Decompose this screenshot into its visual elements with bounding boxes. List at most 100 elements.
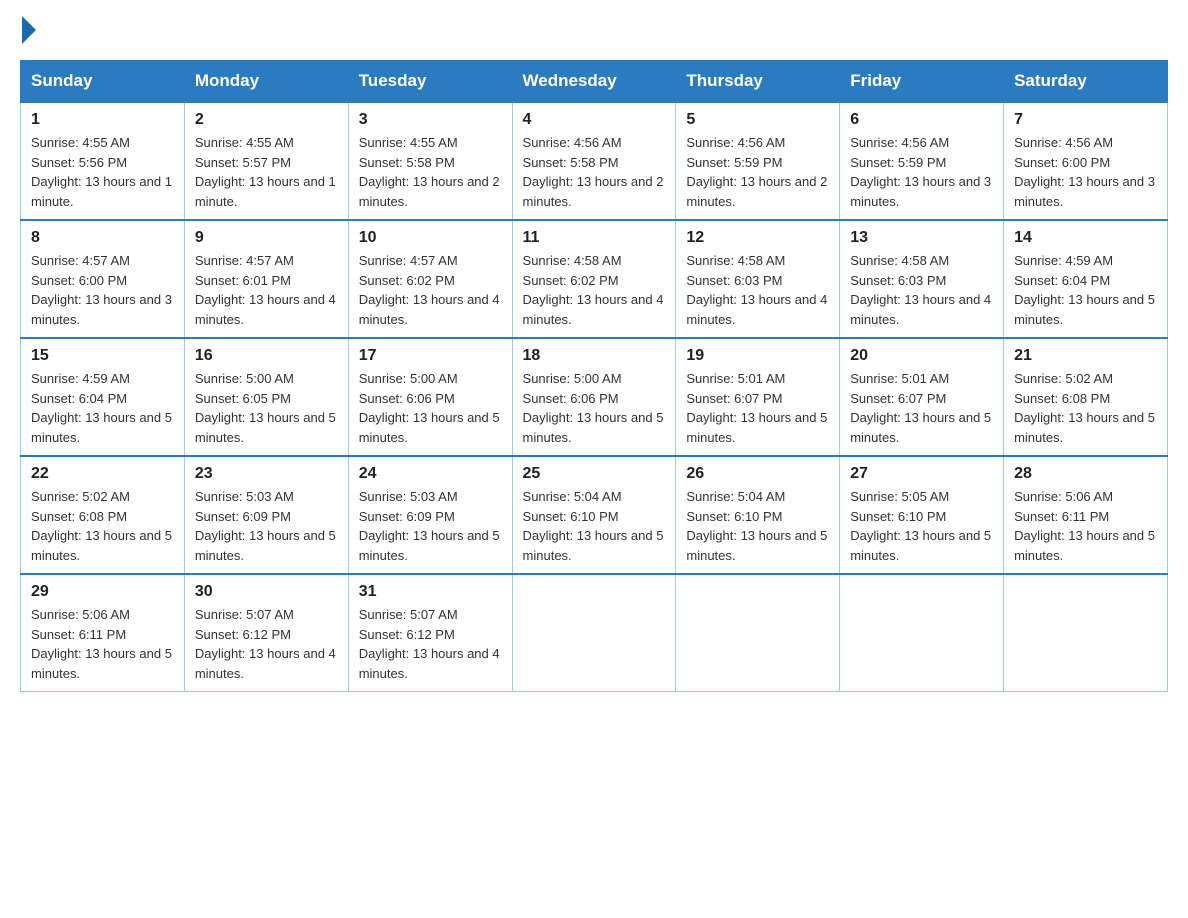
day-info: Sunrise: 4:56 AMSunset: 6:00 PMDaylight:… (1014, 133, 1157, 211)
day-number: 7 (1014, 111, 1157, 129)
day-info: Sunrise: 5:04 AMSunset: 6:10 PMDaylight:… (686, 487, 829, 565)
day-number: 14 (1014, 229, 1157, 247)
day-info: Sunrise: 5:03 AMSunset: 6:09 PMDaylight:… (359, 487, 502, 565)
calendar-cell: 16 Sunrise: 5:00 AMSunset: 6:05 PMDayligh… (184, 338, 348, 456)
day-number: 11 (523, 229, 666, 247)
calendar-day-header: Saturday (1004, 61, 1168, 103)
day-info: Sunrise: 4:57 AMSunset: 6:00 PMDaylight:… (31, 251, 174, 329)
calendar-cell: 4 Sunrise: 4:56 AMSunset: 5:58 PMDaylight… (512, 102, 676, 220)
calendar-cell: 17Sunrise: 5:00 AMSunset: 6:06 PMDayligh… (348, 338, 512, 456)
day-number: 5 (686, 111, 829, 129)
calendar-day-header: Thursday (676, 61, 840, 103)
day-info: Sunrise: 4:55 AMSunset: 5:56 PMDaylight:… (31, 133, 174, 211)
calendar-cell: 31 Sunrise: 5:07 AMSunset: 6:12 PMDayligh… (348, 574, 512, 692)
day-number: 31 (359, 583, 502, 601)
day-info: Sunrise: 4:55 AMSunset: 5:57 PMDaylight:… (195, 133, 338, 211)
calendar-week-row: 29 Sunrise: 5:06 AMSunset: 6:11 PMDayligh… (21, 574, 1168, 692)
calendar-cell: 18Sunrise: 5:00 AMSunset: 6:06 PMDayligh… (512, 338, 676, 456)
day-info: Sunrise: 5:02 AMSunset: 6:08 PMDaylight:… (1014, 369, 1157, 447)
day-number: 30 (195, 583, 338, 601)
calendar-week-row: 1 Sunrise: 4:55 AMSunset: 5:56 PMDaylight… (21, 102, 1168, 220)
day-info: Sunrise: 5:07 AMSunset: 6:12 PMDaylight:… (195, 605, 338, 683)
calendar-cell: 25 Sunrise: 5:04 AMSunset: 6:10 PMDayligh… (512, 456, 676, 574)
calendar-cell: 21Sunrise: 5:02 AMSunset: 6:08 PMDayligh… (1004, 338, 1168, 456)
calendar-cell (1004, 574, 1168, 692)
calendar-cell: 2 Sunrise: 4:55 AMSunset: 5:57 PMDaylight… (184, 102, 348, 220)
day-number: 8 (31, 229, 174, 247)
calendar-cell (840, 574, 1004, 692)
day-number: 4 (523, 111, 666, 129)
day-number: 24 (359, 465, 502, 483)
day-info: Sunrise: 4:55 AMSunset: 5:58 PMDaylight:… (359, 133, 502, 211)
calendar-cell: 27 Sunrise: 5:05 AMSunset: 6:10 PMDayligh… (840, 456, 1004, 574)
day-number: 10 (359, 229, 502, 247)
day-info: Sunrise: 5:01 AMSunset: 6:07 PMDaylight:… (686, 369, 829, 447)
day-info: Sunrise: 4:56 AMSunset: 5:59 PMDaylight:… (686, 133, 829, 211)
calendar-cell: 5 Sunrise: 4:56 AMSunset: 5:59 PMDaylight… (676, 102, 840, 220)
day-number: 17 (359, 347, 502, 365)
calendar-cell: 29 Sunrise: 5:06 AMSunset: 6:11 PMDayligh… (21, 574, 185, 692)
calendar-cell: 24 Sunrise: 5:03 AMSunset: 6:09 PMDayligh… (348, 456, 512, 574)
calendar-cell: 12Sunrise: 4:58 AMSunset: 6:03 PMDayligh… (676, 220, 840, 338)
day-number: 23 (195, 465, 338, 483)
calendar-cell: 22 Sunrise: 5:02 AMSunset: 6:08 PMDayligh… (21, 456, 185, 574)
day-info: Sunrise: 5:06 AMSunset: 6:11 PMDaylight:… (31, 605, 174, 683)
calendar-cell: 1 Sunrise: 4:55 AMSunset: 5:56 PMDaylight… (21, 102, 185, 220)
calendar-cell: 28Sunrise: 5:06 AMSunset: 6:11 PMDayligh… (1004, 456, 1168, 574)
calendar-cell: 6Sunrise: 4:56 AMSunset: 5:59 PMDaylight… (840, 102, 1004, 220)
calendar-cell: 20 Sunrise: 5:01 AMSunset: 6:07 PMDayligh… (840, 338, 1004, 456)
day-number: 25 (523, 465, 666, 483)
calendar-cell: 26 Sunrise: 5:04 AMSunset: 6:10 PMDayligh… (676, 456, 840, 574)
day-number: 29 (31, 583, 174, 601)
calendar-table: SundayMondayTuesdayWednesdayThursdayFrid… (20, 60, 1168, 692)
day-number: 1 (31, 111, 174, 129)
day-info: Sunrise: 5:01 AMSunset: 6:07 PMDaylight:… (850, 369, 993, 447)
day-info: Sunrise: 5:03 AMSunset: 6:09 PMDaylight:… (195, 487, 338, 565)
day-number: 2 (195, 111, 338, 129)
day-info: Sunrise: 4:59 AMSunset: 6:04 PMDaylight:… (31, 369, 174, 447)
day-info: Sunrise: 5:00 AMSunset: 6:05 PMDaylight:… (195, 369, 338, 447)
day-info: Sunrise: 5:05 AMSunset: 6:10 PMDaylight:… (850, 487, 993, 565)
day-info: Sunrise: 4:58 AMSunset: 6:03 PMDaylight:… (850, 251, 993, 329)
calendar-week-row: 15 Sunrise: 4:59 AMSunset: 6:04 PMDayligh… (21, 338, 1168, 456)
day-number: 18 (523, 347, 666, 365)
calendar-cell: 11 Sunrise: 4:58 AMSunset: 6:02 PMDayligh… (512, 220, 676, 338)
calendar-day-header: Monday (184, 61, 348, 103)
day-info: Sunrise: 4:56 AMSunset: 5:58 PMDaylight:… (523, 133, 666, 211)
day-info: Sunrise: 5:07 AMSunset: 6:12 PMDaylight:… (359, 605, 502, 683)
calendar-day-header: Friday (840, 61, 1004, 103)
calendar-cell: 8 Sunrise: 4:57 AMSunset: 6:00 PMDaylight… (21, 220, 185, 338)
day-number: 22 (31, 465, 174, 483)
calendar-week-row: 8 Sunrise: 4:57 AMSunset: 6:00 PMDaylight… (21, 220, 1168, 338)
day-info: Sunrise: 4:58 AMSunset: 6:02 PMDaylight:… (523, 251, 666, 329)
calendar-cell: 3 Sunrise: 4:55 AMSunset: 5:58 PMDaylight… (348, 102, 512, 220)
day-info: Sunrise: 5:06 AMSunset: 6:11 PMDaylight:… (1014, 487, 1157, 565)
calendar-cell: 19 Sunrise: 5:01 AMSunset: 6:07 PMDayligh… (676, 338, 840, 456)
day-number: 3 (359, 111, 502, 129)
calendar-cell: 23 Sunrise: 5:03 AMSunset: 6:09 PMDayligh… (184, 456, 348, 574)
day-number: 13 (850, 229, 993, 247)
logo (20, 20, 36, 40)
day-number: 6 (850, 111, 993, 129)
day-number: 27 (850, 465, 993, 483)
calendar-cell (676, 574, 840, 692)
day-number: 19 (686, 347, 829, 365)
calendar-day-header: Tuesday (348, 61, 512, 103)
day-number: 9 (195, 229, 338, 247)
calendar-cell: 13 Sunrise: 4:58 AMSunset: 6:03 PMDayligh… (840, 220, 1004, 338)
day-info: Sunrise: 4:57 AMSunset: 6:01 PMDaylight:… (195, 251, 338, 329)
calendar-cell (512, 574, 676, 692)
day-number: 26 (686, 465, 829, 483)
day-info: Sunrise: 4:59 AMSunset: 6:04 PMDaylight:… (1014, 251, 1157, 329)
logo-arrow-icon (22, 16, 36, 44)
day-info: Sunrise: 4:58 AMSunset: 6:03 PMDaylight:… (686, 251, 829, 329)
calendar-cell: 9 Sunrise: 4:57 AMSunset: 6:01 PMDaylight… (184, 220, 348, 338)
day-number: 16 (195, 347, 338, 365)
calendar-day-header: Sunday (21, 61, 185, 103)
calendar-week-row: 22 Sunrise: 5:02 AMSunset: 6:08 PMDayligh… (21, 456, 1168, 574)
day-info: Sunrise: 5:04 AMSunset: 6:10 PMDaylight:… (523, 487, 666, 565)
day-number: 20 (850, 347, 993, 365)
day-info: Sunrise: 5:02 AMSunset: 6:08 PMDaylight:… (31, 487, 174, 565)
day-info: Sunrise: 4:57 AMSunset: 6:02 PMDaylight:… (359, 251, 502, 329)
day-number: 15 (31, 347, 174, 365)
